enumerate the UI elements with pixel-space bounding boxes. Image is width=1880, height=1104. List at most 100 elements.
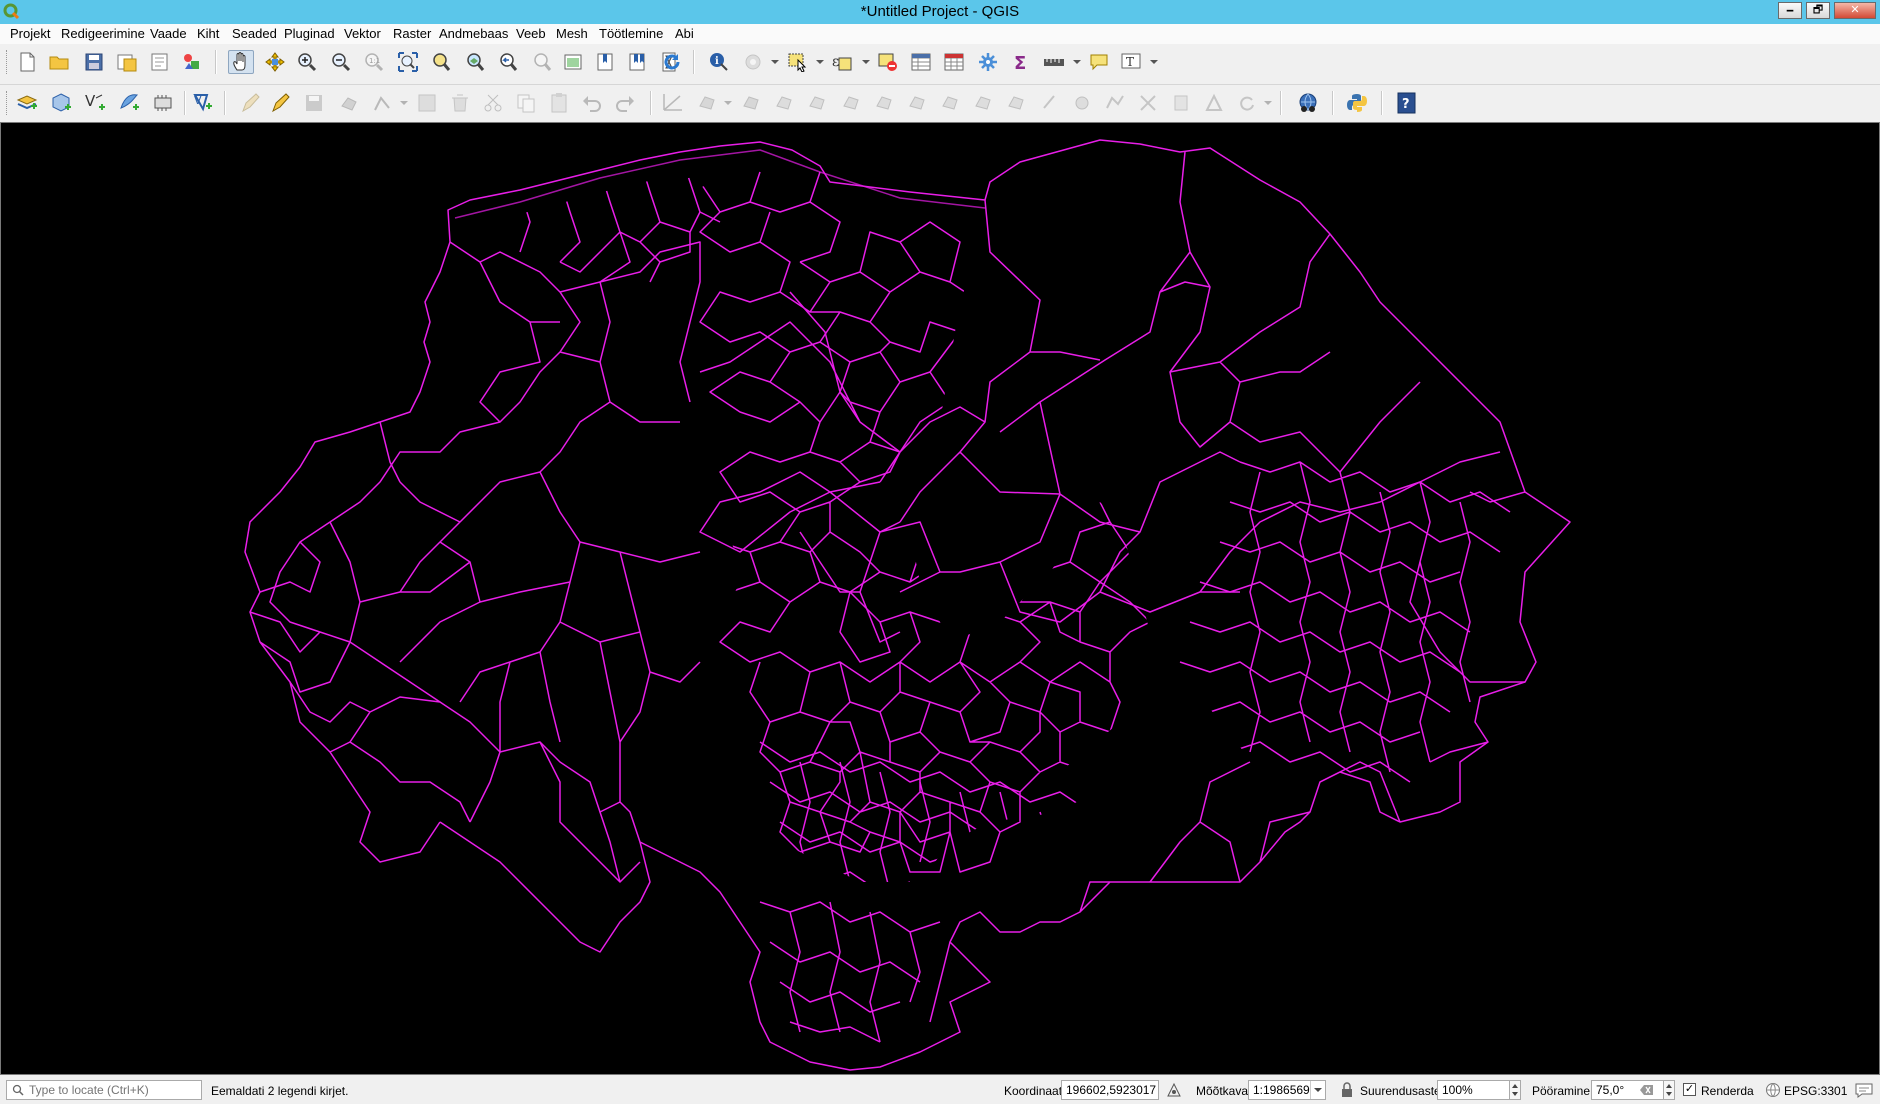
- render-checkbox[interactable]: ✓: [1683, 1083, 1696, 1096]
- show-bookmarks-icon[interactable]: [625, 50, 651, 74]
- vertex-tool-icon[interactable]: [370, 91, 396, 115]
- rotate-dropdown-arrow[interactable]: [1264, 101, 1272, 105]
- locator-bar[interactable]: [6, 1080, 202, 1100]
- measure-icon[interactable]: [1041, 50, 1067, 74]
- zoom-last-icon[interactable]: [495, 50, 521, 74]
- current-edits-icon[interactable]: [268, 91, 294, 115]
- new-spatialite-layer-icon[interactable]: [116, 91, 142, 115]
- menu-andmebaas[interactable]: Andmebaas: [439, 26, 508, 41]
- cut-features-icon[interactable]: [480, 91, 506, 115]
- clear-icon[interactable]: [1640, 1084, 1654, 1096]
- digitizing-icon[interactable]: V: [190, 91, 216, 115]
- rotation-spinner[interactable]: [1663, 1080, 1675, 1100]
- field-calculator-icon[interactable]: [941, 50, 967, 74]
- lock-icon[interactable]: [1340, 1082, 1354, 1098]
- map-tips-icon[interactable]: [1086, 50, 1112, 74]
- menu-redigeerimine[interactable]: Redigeerimine: [61, 26, 145, 41]
- python-console-icon[interactable]: [1344, 91, 1370, 115]
- map-canvas[interactable]: .map svg path { stroke: #e81ee8; }: [0, 122, 1880, 1075]
- locator-input[interactable]: [29, 1082, 197, 1098]
- plugin-globe-icon[interactable]: [1295, 91, 1321, 115]
- menu-projekt[interactable]: Projekt: [10, 26, 50, 41]
- zoom-next-icon[interactable]: [529, 50, 555, 74]
- menu-pluginad[interactable]: Pluginad: [284, 26, 335, 41]
- globe-crs-icon[interactable]: [1765, 1082, 1781, 1098]
- minimize-button[interactable]: 🗕: [1778, 2, 1802, 19]
- toolbar-handle[interactable]: [6, 50, 10, 74]
- merge-attributes-icon[interactable]: [1003, 91, 1029, 115]
- actions-dropdown-arrow[interactable]: [771, 60, 779, 64]
- add-feature-icon[interactable]: [336, 91, 362, 115]
- zoom-to-layer-icon[interactable]: [462, 50, 488, 74]
- menu-vektor[interactable]: Vektor: [344, 26, 381, 41]
- new-geopackage-layer-icon[interactable]: [48, 91, 74, 115]
- simplify-icon[interactable]: [1102, 91, 1128, 115]
- split-features-icon[interactable]: [904, 91, 930, 115]
- undo-icon[interactable]: [579, 91, 605, 115]
- offset-point-symbols-icon[interactable]: [1069, 91, 1095, 115]
- pan-icon[interactable]: [228, 50, 254, 74]
- delete-ring-icon[interactable]: [771, 91, 797, 115]
- menu-raster[interactable]: Raster: [393, 26, 431, 41]
- identify-icon[interactable]: i: [706, 50, 732, 74]
- zoom-native-icon[interactable]: 1:1: [361, 50, 387, 74]
- zoom-in-icon[interactable]: [294, 50, 320, 74]
- copy-features-icon[interactable]: [513, 91, 539, 115]
- zoom-out-icon[interactable]: [328, 50, 354, 74]
- zoom-to-selection-icon[interactable]: [428, 50, 454, 74]
- new-shapefile-layer-icon[interactable]: V: [82, 91, 108, 115]
- attribute-table-icon[interactable]: [908, 50, 934, 74]
- zoom-full-icon[interactable]: [395, 50, 421, 74]
- fill-ring-icon[interactable]: [738, 91, 764, 115]
- annotation-dropdown-arrow[interactable]: [1150, 60, 1158, 64]
- select-expression-dropdown-arrow[interactable]: [862, 60, 870, 64]
- menu-seaded[interactable]: Seaded: [232, 26, 277, 41]
- save-edits-icon[interactable]: [302, 91, 328, 115]
- new-bookmark-icon[interactable]: [593, 50, 619, 74]
- style-manager-icon[interactable]: [179, 50, 205, 74]
- refresh-icon[interactable]: [659, 50, 685, 74]
- close-button[interactable]: ✕: [1834, 2, 1876, 19]
- reshape-features-icon[interactable]: [838, 91, 864, 115]
- menu-abi[interactable]: Abi: [675, 26, 694, 41]
- data-source-manager-icon[interactable]: [14, 91, 40, 115]
- restore-button[interactable]: 🗗: [1806, 2, 1830, 19]
- save-project-icon[interactable]: [81, 50, 107, 74]
- menu-veeb[interactable]: Veeb: [516, 26, 546, 41]
- measure-dropdown-arrow[interactable]: [1073, 60, 1081, 64]
- split-parts-icon[interactable]: [937, 91, 963, 115]
- select-by-expression-icon[interactable]: ε: [829, 50, 855, 74]
- trim-extend-icon[interactable]: [1135, 91, 1161, 115]
- magnifier-spinner[interactable]: [1509, 1080, 1521, 1100]
- redo-icon[interactable]: [612, 91, 638, 115]
- rotate-point-symbols-icon[interactable]: [1036, 91, 1062, 115]
- measure-bearing-icon[interactable]: [1201, 91, 1227, 115]
- modify-attributes-icon[interactable]: [414, 91, 440, 115]
- new-project-icon[interactable]: [14, 50, 40, 74]
- help-icon[interactable]: ?: [1394, 91, 1420, 115]
- actions-icon[interactable]: [740, 50, 766, 74]
- menu-mesh[interactable]: Mesh: [556, 26, 588, 41]
- paste-features-icon[interactable]: [546, 91, 572, 115]
- delete-part-icon[interactable]: [804, 91, 830, 115]
- scale-dropdown[interactable]: [1310, 1081, 1326, 1099]
- menu-vaade[interactable]: Vaade: [150, 26, 187, 41]
- offset-curve-icon[interactable]: [871, 91, 897, 115]
- label-tool-icon[interactable]: [1168, 91, 1194, 115]
- statistics-icon[interactable]: Σ: [1008, 50, 1034, 74]
- message-log-icon[interactable]: [1855, 1082, 1873, 1098]
- toolbar-handle[interactable]: [6, 91, 10, 115]
- vertex-dropdown-arrow[interactable]: [400, 101, 408, 105]
- merge-features-icon[interactable]: [970, 91, 996, 115]
- menu-tootlemine[interactable]: Töötlemine: [599, 26, 663, 41]
- pan-to-selection-icon[interactable]: [262, 50, 288, 74]
- save-as-icon[interactable]: [114, 50, 140, 74]
- select-dropdown-arrow[interactable]: [816, 60, 824, 64]
- coordinate-field[interactable]: 196602,5923017: [1061, 1080, 1159, 1100]
- rotate-feature-icon[interactable]: [1234, 91, 1260, 115]
- ring-dropdown-arrow[interactable]: [724, 101, 732, 105]
- toggle-editing-icon[interactable]: [238, 91, 264, 115]
- new-virtual-layer-icon[interactable]: [150, 91, 176, 115]
- advanced-digitizing-icon[interactable]: [660, 91, 686, 115]
- open-project-icon[interactable]: [47, 50, 73, 74]
